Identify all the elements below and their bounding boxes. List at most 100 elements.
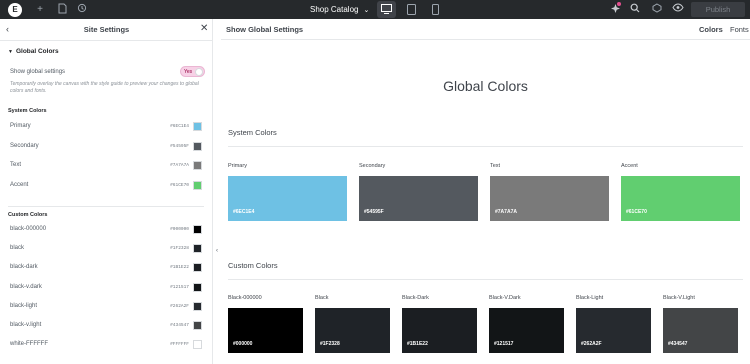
- color-card[interactable]: #6EC1E4: [228, 176, 347, 221]
- caret-down-icon: ▼: [8, 49, 13, 55]
- divider: [8, 206, 204, 207]
- color-swatch[interactable]: [193, 161, 202, 170]
- section-divider: [228, 146, 743, 147]
- color-hex: #000000: [170, 227, 189, 232]
- show-global-settings-toggle[interactable]: Yes: [180, 66, 205, 77]
- tab-colors[interactable]: Colors: [699, 25, 723, 34]
- color-swatch[interactable]: [193, 263, 202, 273]
- color-row[interactable]: Secondary #54595F: [0, 141, 212, 153]
- preview-eye-icon[interactable]: [672, 3, 684, 16]
- color-name: white-FFFFFF: [10, 341, 48, 348]
- section-title: Global Colors: [15, 48, 59, 55]
- page-settings-icon[interactable]: [56, 3, 68, 16]
- history-icon[interactable]: [76, 3, 88, 16]
- color-card-code: #000000: [233, 341, 253, 347]
- color-row[interactable]: black-v.light #434547: [0, 320, 212, 332]
- color-row[interactable]: Accent #61CE70: [0, 180, 212, 192]
- color-card-code: #7A7A7A: [495, 209, 517, 215]
- structure-icon[interactable]: [651, 3, 663, 16]
- color-card-label: Accent: [621, 163, 638, 169]
- color-hex: #434547: [170, 323, 189, 328]
- color-card-label: Primary: [228, 163, 247, 169]
- color-hex: #121517: [170, 284, 189, 290]
- color-name: black-v.dark: [10, 283, 42, 290]
- mobile-icon: [432, 4, 439, 15]
- color-swatch[interactable]: [193, 225, 202, 234]
- system-colors-title: System Colors: [8, 108, 47, 114]
- color-card-code: #6EC1E4: [233, 209, 255, 215]
- tablet-view-button[interactable]: [403, 1, 422, 18]
- color-card-label: Secondary: [359, 163, 386, 169]
- page-title-dropdown[interactable]: Shop Catalog ⌄: [302, 0, 377, 19]
- color-name: black-dark: [10, 264, 38, 271]
- color-swatch[interactable]: [193, 340, 202, 350]
- color-card[interactable]: #121517: [489, 308, 564, 353]
- color-row[interactable]: black-light #262A2F: [0, 301, 212, 313]
- global-colors-section-toggle[interactable]: ▼ Global Colors: [8, 48, 59, 55]
- color-swatch[interactable]: [193, 301, 202, 311]
- elementor-logo-icon[interactable]: E: [8, 3, 22, 17]
- add-icon[interactable]: +: [34, 3, 46, 16]
- color-row[interactable]: Text #7A7A7A: [0, 160, 212, 172]
- color-card[interactable]: #61CE70: [621, 176, 740, 221]
- color-row[interactable]: black #1F2328: [0, 243, 212, 255]
- color-hex: #54595F: [170, 143, 189, 149]
- color-card[interactable]: #1F2328: [315, 308, 390, 353]
- color-name: Text: [10, 162, 22, 168]
- notification-badge: [617, 2, 621, 6]
- search-icon[interactable]: [629, 3, 641, 16]
- page-title: Shop Catalog: [310, 5, 359, 14]
- collapse-panel-handle[interactable]: ‹: [213, 244, 221, 258]
- color-row[interactable]: black-v.dark #121517: [0, 282, 212, 294]
- color-card[interactable]: #000000: [228, 308, 303, 353]
- color-row[interactable]: Primary #6EC1E4: [0, 121, 212, 133]
- color-row[interactable]: white-FFFFFF #FFFFFF: [0, 339, 212, 351]
- show-global-settings-label: Show global settings: [10, 69, 66, 75]
- color-card-code: #121517: [494, 341, 514, 347]
- color-card[interactable]: #262A2F: [576, 308, 651, 353]
- color-swatch[interactable]: [193, 244, 202, 254]
- tablet-icon: [407, 4, 416, 15]
- color-swatch[interactable]: [193, 122, 202, 131]
- color-swatch[interactable]: [193, 282, 202, 292]
- toggle-label: Yes: [184, 69, 193, 75]
- canvas-title: Show Global Settings: [226, 25, 304, 34]
- color-row[interactable]: black-dark #1B1E22: [0, 262, 212, 274]
- color-name: Secondary: [10, 142, 39, 149]
- panel-header: ‹ Site Settings ✕: [0, 19, 212, 41]
- color-card-code: #262A2F: [581, 341, 602, 347]
- desktop-view-button[interactable]: [377, 1, 396, 18]
- color-card[interactable]: #434547: [663, 308, 738, 353]
- site-settings-panel: ‹ Site Settings ✕ ▼ Global Colors Show gl…: [0, 19, 213, 364]
- color-card-label: Black-000000: [228, 295, 262, 301]
- custom-colors-title: Custom Colors: [8, 212, 48, 218]
- color-hex: #6EC1E4: [170, 124, 189, 129]
- color-hex: #1B1E22: [170, 265, 189, 271]
- color-swatch[interactable]: [193, 180, 202, 190]
- mobile-view-button[interactable]: [428, 1, 447, 18]
- color-row[interactable]: black-000000 #000000: [0, 224, 212, 236]
- system-colors-heading: System Colors: [228, 128, 277, 137]
- section-divider: [228, 279, 743, 280]
- color-card-code: #434547: [668, 341, 688, 347]
- top-bar: E + Shop Catalog ⌄ Publish: [0, 0, 750, 19]
- color-card-label: Black-Dark: [402, 295, 429, 301]
- color-name: black-000000: [10, 226, 47, 232]
- color-hex: #FFFFFF: [170, 342, 189, 348]
- color-name: black: [10, 245, 25, 252]
- tab-fonts[interactable]: Fonts: [730, 25, 749, 34]
- color-card[interactable]: #7A7A7A: [490, 176, 609, 221]
- color-swatch[interactable]: [193, 321, 202, 330]
- publish-button[interactable]: Publish: [691, 2, 745, 17]
- color-card[interactable]: #54595F: [359, 176, 478, 221]
- color-card[interactable]: #1B1E22: [402, 308, 477, 353]
- color-card-label: Black-Light: [576, 295, 604, 301]
- color-name: black-v.light: [10, 322, 42, 328]
- global-colors-heading: Global Colors: [443, 78, 528, 94]
- color-card-label: Black-V.Light: [663, 295, 695, 301]
- close-icon[interactable]: ✕: [200, 23, 208, 34]
- color-swatch[interactable]: [193, 141, 202, 151]
- toggle-knob: [195, 68, 203, 76]
- help-text: Temporarily overlay the canvas with the …: [10, 81, 199, 94]
- color-card-label: Black-V.Dark: [489, 295, 521, 301]
